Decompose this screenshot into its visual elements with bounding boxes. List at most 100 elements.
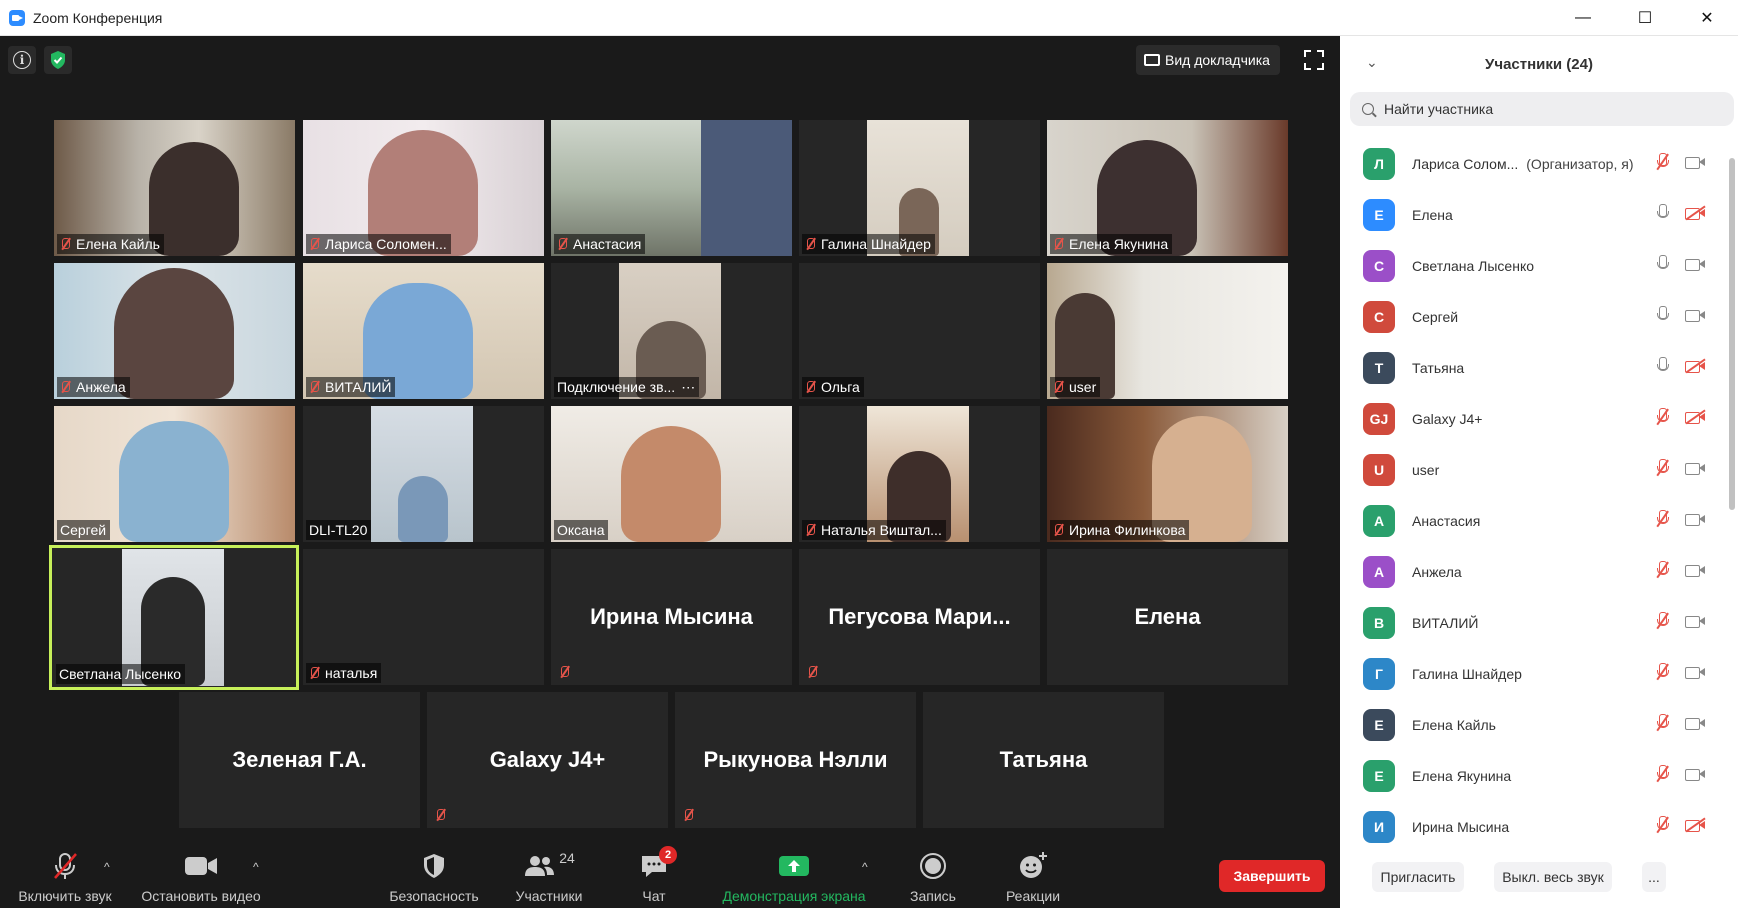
share-screen-button[interactable]: Демонстрация экрана xyxy=(714,850,874,904)
mic-muted-icon xyxy=(1053,380,1063,394)
mic-muted-icon xyxy=(309,666,319,680)
mic-muted-icon xyxy=(1656,561,1669,579)
tile-caption: Лариса Соломен... xyxy=(306,234,451,254)
person-silhouette xyxy=(119,421,229,542)
avatar: В xyxy=(1363,606,1395,639)
video-tile-active-speaker[interactable]: Светлана Лысенко xyxy=(49,545,299,690)
stop-video-button[interactable]: Остановить видео xyxy=(136,850,266,904)
tile-caption: Анастасия xyxy=(554,234,646,254)
mute-all-button[interactable]: Выкл. весь звук xyxy=(1494,862,1612,892)
participant-row[interactable]: GJ Galaxy J4+ xyxy=(1340,393,1738,444)
participant-status xyxy=(1656,459,1705,477)
end-meeting-button[interactable]: Завершить xyxy=(1219,860,1325,892)
participant-row[interactable]: Е Елена Кайль xyxy=(1340,699,1738,750)
video-tile[interactable]: user xyxy=(1047,263,1288,399)
video-tile[interactable]: Рыкунова Нэлли xyxy=(675,692,916,828)
tile-caption: Ирина Филинкова xyxy=(1050,520,1190,540)
participant-status xyxy=(1656,663,1705,681)
mic-muted-icon xyxy=(559,665,569,679)
participant-row[interactable]: С Сергей xyxy=(1340,291,1738,342)
video-tile[interactable]: Сергей xyxy=(54,406,295,542)
unmute-button[interactable]: Включить звук xyxy=(12,850,118,904)
video-tile[interactable]: Наталья Виштал... xyxy=(799,406,1040,542)
mic-muted-icon xyxy=(1656,663,1669,681)
video-tile[interactable]: Ирина Филинкова xyxy=(1047,406,1288,542)
participant-name: Елена Якунина xyxy=(1412,767,1512,784)
video-tile[interactable]: Ольга xyxy=(799,263,1040,399)
video-tile[interactable]: Елена Якунина xyxy=(1047,120,1288,256)
video-tile[interactable]: Лариса Соломен... xyxy=(303,120,544,256)
video-camera-icon xyxy=(1685,155,1705,169)
tile-caption: DLI-TL20 xyxy=(306,520,372,540)
mic-muted-icon xyxy=(557,237,567,251)
video-tile[interactable]: Анжела xyxy=(54,263,295,399)
record-icon xyxy=(919,850,947,882)
reactions-button[interactable]: Реакции xyxy=(1000,850,1066,904)
avatar: С xyxy=(1363,300,1395,333)
invite-button[interactable]: Пригласить xyxy=(1372,862,1464,892)
participant-row[interactable]: Uuser xyxy=(1340,444,1738,495)
participant-row[interactable]: А Анжела xyxy=(1340,546,1738,597)
encryption-button[interactable] xyxy=(44,46,72,74)
participant-row[interactable]: Е Елена xyxy=(1340,189,1738,240)
video-tile[interactable]: Ирина Мысина xyxy=(551,549,792,685)
video-camera-icon xyxy=(1685,767,1705,781)
participant-status xyxy=(1656,561,1705,579)
speaker-view-button[interactable]: Вид докладчика xyxy=(1136,45,1280,75)
chat-bubble-icon: 2 xyxy=(639,846,677,882)
video-tile[interactable]: Анастасия xyxy=(551,120,792,256)
participant-name: Елена xyxy=(1412,206,1453,223)
fullscreen-icon[interactable] xyxy=(1304,50,1324,70)
participant-row[interactable]: Т Татьяна xyxy=(1340,342,1738,393)
speaker-view-icon xyxy=(1144,54,1160,66)
video-tile[interactable]: ВИТАЛИЙ xyxy=(303,263,544,399)
audio-options-caret[interactable]: ^ xyxy=(104,860,110,874)
participant-name: Сергей xyxy=(1412,308,1459,325)
participant-search-input[interactable]: Найти участника xyxy=(1350,92,1734,126)
participant-name: Елена Кайль xyxy=(1412,716,1496,733)
video-tile[interactable]: Татьяна xyxy=(923,692,1164,828)
video-tile[interactable]: Пегусова Мари... xyxy=(799,549,1040,685)
tile-caption: Елена Кайль xyxy=(57,234,164,254)
mic-muted-icon xyxy=(435,808,445,822)
video-tile[interactable]: Подключение зв... ⋯ xyxy=(551,263,792,399)
person-silhouette xyxy=(701,120,792,256)
more-options-button[interactable]: ... xyxy=(1642,862,1666,892)
minimize-button[interactable]: — xyxy=(1552,0,1614,36)
person-silhouette xyxy=(398,476,448,542)
participant-row[interactable]: Л Лариса Солом... (Организатор, я) xyxy=(1340,138,1738,189)
participant-row[interactable]: Г Галина Шнайдер xyxy=(1340,648,1738,699)
mic-muted-icon xyxy=(1656,408,1669,426)
video-tile[interactable]: Оксана xyxy=(551,406,792,542)
video-options-caret[interactable]: ^ xyxy=(253,860,259,874)
mic-muted-icon xyxy=(60,380,70,394)
video-tile[interactable]: наталья xyxy=(303,549,544,685)
video-tile[interactable]: DLI-TL20 xyxy=(303,406,544,542)
video-tile[interactable]: Елена xyxy=(1047,549,1288,685)
meeting-info-button[interactable]: i xyxy=(8,46,36,74)
participant-row[interactable]: И Ирина Мысина xyxy=(1340,801,1738,852)
chat-button[interactable]: 2 Чат xyxy=(634,846,677,904)
mic-muted-icon xyxy=(805,523,815,537)
close-button[interactable]: ✕ xyxy=(1676,0,1738,36)
maximize-button[interactable]: ☐ xyxy=(1614,0,1676,36)
participants-panel: ⌄ Участники (24) Найти участника Л Лариса… xyxy=(1340,36,1738,908)
video-tile[interactable]: Galaxy J4+ xyxy=(427,692,668,828)
participant-row[interactable]: Е Елена Якунина xyxy=(1340,750,1738,801)
participant-list-scrollbar[interactable] xyxy=(1729,158,1735,510)
participant-row[interactable]: В ВИТАЛИЙ xyxy=(1340,597,1738,648)
mic-muted-icon xyxy=(1656,714,1669,732)
participant-name: Анастасия xyxy=(1412,512,1481,529)
participant-row[interactable]: А Анастасия xyxy=(1340,495,1738,546)
video-tile[interactable]: Елена Кайль xyxy=(54,120,295,256)
video-camera-icon xyxy=(1685,563,1705,577)
search-placeholder: Найти участника xyxy=(1384,101,1494,117)
video-tile[interactable]: Зеленая Г.А. xyxy=(179,692,420,828)
record-button[interactable]: Запись xyxy=(906,850,960,904)
participant-row[interactable]: С Светлана Лысенко xyxy=(1340,240,1738,291)
participants-button[interactable]: 24 Участники xyxy=(508,850,590,904)
security-button[interactable]: Безопасность xyxy=(384,850,484,904)
share-options-caret[interactable]: ^ xyxy=(862,860,868,874)
video-tile[interactable]: Галина Шнайдер xyxy=(799,120,1040,256)
mic-icon xyxy=(1656,306,1669,324)
